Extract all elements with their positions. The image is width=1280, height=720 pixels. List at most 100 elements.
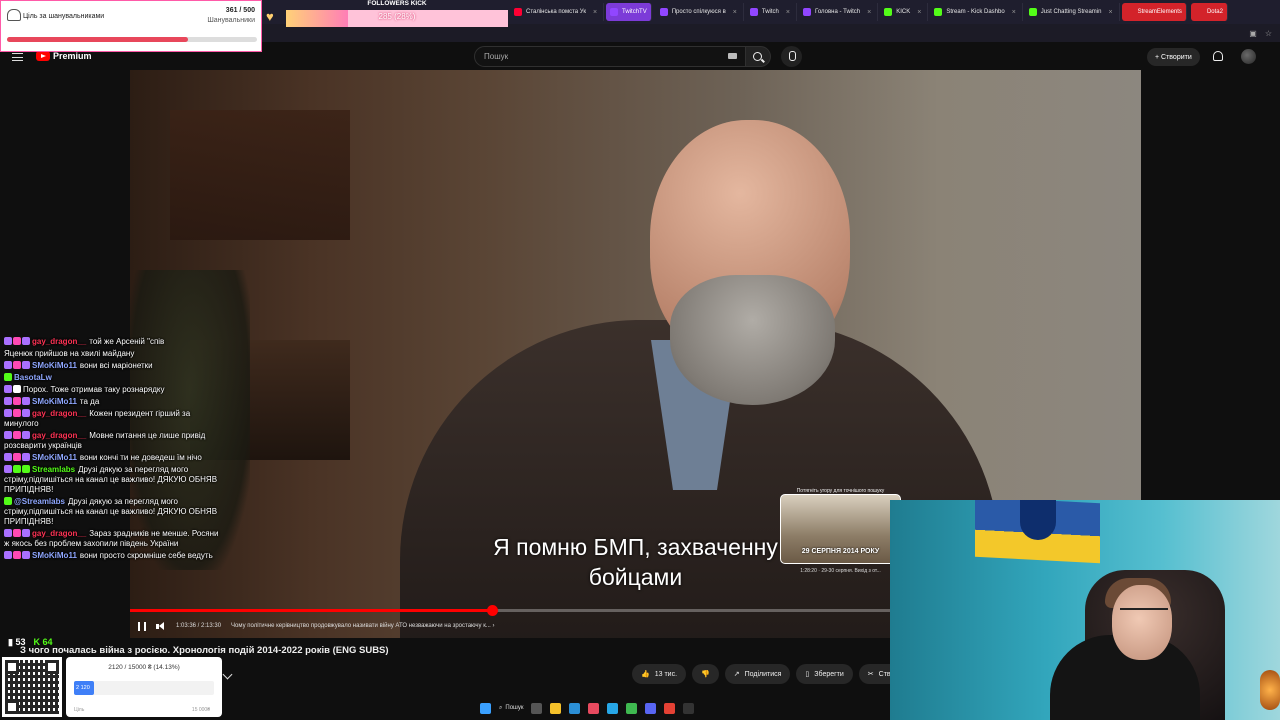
youtube-logo[interactable]: Premium bbox=[36, 51, 92, 61]
chapter-title[interactable]: Чому політичне керівництво продовжувало … bbox=[231, 623, 494, 629]
tab-close-icon[interactable]: × bbox=[786, 9, 790, 16]
seek-preview-caption: 1:28:20 · 29-30 серпня. Вихід з от... bbox=[800, 568, 881, 574]
bookmark-icon: ▯ bbox=[805, 671, 810, 678]
chat-message: gay_dragon__ Кожен президент гірший за ми… bbox=[0, 408, 222, 430]
speaker-beard bbox=[670, 275, 835, 405]
tab-favicon-icon bbox=[749, 8, 758, 16]
chat-badges bbox=[4, 397, 30, 405]
thumbs-down-icon: 👎 bbox=[701, 671, 710, 678]
chat-badge-icon bbox=[13, 453, 21, 461]
chat-username[interactable]: gay_dragon__ bbox=[32, 409, 86, 418]
browser-tab[interactable]: Twitch × bbox=[744, 3, 797, 21]
chat-message: Streamlabs Друзі дякую за перегляд мого с… bbox=[0, 464, 222, 496]
chrome-icon[interactable] bbox=[664, 702, 676, 714]
tab-close-icon[interactable]: × bbox=[733, 9, 737, 16]
chat-badge-icon bbox=[22, 465, 30, 473]
tab-close-icon[interactable]: × bbox=[867, 9, 871, 16]
chat-username[interactable]: SMoKiMo11 bbox=[32, 551, 77, 560]
telegram-icon[interactable] bbox=[607, 702, 619, 714]
search-button[interactable] bbox=[746, 46, 771, 67]
share-button[interactable]: ↗ Поділитися bbox=[724, 664, 791, 684]
chat-text: Яценюк прийшов на хвилі майдану bbox=[4, 349, 135, 358]
chat-badge-icon bbox=[13, 529, 21, 537]
browser-tab[interactable]: Dota2 bbox=[1190, 3, 1228, 21]
extension-icon[interactable]: ▣ bbox=[1249, 29, 1257, 38]
follower-goal-widget: Ціль за шанувальниками 361 / 500 Шанувал… bbox=[0, 0, 262, 52]
logo-text: Premium bbox=[53, 51, 92, 61]
chat-username[interactable]: @Streamlabs bbox=[14, 497, 65, 506]
browser-tab[interactable]: Просто спілкуюся в × bbox=[654, 3, 744, 21]
tab-close-icon[interactable]: × bbox=[593, 9, 597, 16]
task-view-icon[interactable] bbox=[531, 702, 543, 714]
heart-icon: ♥ bbox=[266, 9, 274, 24]
chat-badges bbox=[4, 497, 12, 505]
obs-icon[interactable] bbox=[683, 702, 695, 714]
chat-username[interactable]: gay_dragon__ bbox=[32, 431, 86, 440]
save-button[interactable]: ▯ Зберегти bbox=[796, 664, 853, 684]
progress-bar[interactable] bbox=[130, 609, 890, 612]
tab-favicon-icon bbox=[1125, 8, 1134, 16]
chat-text: та да bbox=[79, 397, 100, 406]
edge-icon[interactable] bbox=[569, 702, 581, 714]
save-label: Зберегти bbox=[814, 670, 844, 678]
notifications-bell-icon[interactable] bbox=[1213, 51, 1223, 61]
chat-username[interactable]: SMoKiMo11 bbox=[32, 361, 77, 370]
search-input[interactable]: Пошук bbox=[474, 46, 746, 67]
create-button[interactable]: + Створити bbox=[1147, 48, 1200, 66]
chat-message: Порох. Тоже отримав таку рознарядку bbox=[0, 384, 222, 396]
windows-start-icon[interactable] bbox=[480, 702, 491, 714]
seek-preview-overlay-text: 29 СЕРПНЯ 2014 РОКУ bbox=[801, 548, 880, 555]
tab-close-icon[interactable]: × bbox=[917, 9, 921, 16]
opera-icon[interactable] bbox=[588, 702, 600, 714]
voice-search-button[interactable] bbox=[781, 46, 802, 67]
browser-tab[interactable]: Головна - Twitch × bbox=[797, 3, 879, 21]
chat-badge-icon bbox=[22, 337, 30, 345]
taskbar-search[interactable]: ⌕ Пошук bbox=[499, 705, 523, 712]
chat-badges bbox=[4, 431, 30, 439]
chat-username[interactable]: Streamlabs bbox=[32, 465, 75, 474]
chat-username[interactable]: SMoKiMo11 bbox=[32, 397, 77, 406]
chat-badge-icon bbox=[4, 551, 12, 559]
progress-scrubber[interactable] bbox=[486, 605, 498, 616]
kick-goal-title: FOLLOWERS KICK bbox=[286, 0, 508, 9]
chat-text: Порох. Тоже отримав таку рознарядку bbox=[23, 385, 165, 394]
menu-icon[interactable] bbox=[12, 53, 23, 61]
tab-label: Dota2 bbox=[1206, 9, 1223, 15]
keyboard-icon[interactable] bbox=[728, 53, 737, 59]
bookmark-icon[interactable]: ☆ bbox=[1265, 29, 1272, 38]
avatar[interactable] bbox=[1241, 49, 1256, 64]
discord-icon[interactable] bbox=[645, 702, 657, 714]
chat-username[interactable]: gay_dragon__ bbox=[32, 529, 86, 538]
tab-close-icon[interactable]: × bbox=[1012, 9, 1016, 16]
chat-username[interactable]: BasotaLw bbox=[14, 373, 52, 382]
file-explorer-icon[interactable] bbox=[550, 702, 562, 714]
scissors-icon: ✂ bbox=[867, 671, 874, 678]
app-icon[interactable] bbox=[626, 702, 638, 714]
browser-tab[interactable]: Сталінська помста Ук × bbox=[508, 3, 605, 21]
like-button[interactable]: 👍 13 тис. bbox=[632, 664, 687, 684]
chat-username[interactable]: gay_dragon__ bbox=[32, 337, 86, 346]
browser-tab[interactable]: StreamElements bbox=[1121, 3, 1187, 21]
chat-badge-icon bbox=[13, 385, 21, 393]
chat-username[interactable]: SMoKiMo11 bbox=[32, 453, 77, 462]
browser-tab[interactable]: Stream - Kick Dashbo × bbox=[928, 3, 1023, 21]
tab-favicon-icon bbox=[514, 8, 522, 16]
tab-favicon-icon bbox=[802, 8, 811, 16]
chat-badge-icon bbox=[13, 551, 21, 559]
tab-close-icon[interactable]: × bbox=[1108, 9, 1112, 16]
streamer-glasses bbox=[1120, 608, 1168, 618]
chat-badge-icon bbox=[13, 409, 21, 417]
lamp bbox=[1260, 670, 1280, 710]
chat-badge-icon bbox=[4, 385, 12, 393]
chat-text: той же Арсеній "спів bbox=[89, 337, 165, 346]
tab-label: StreamElements bbox=[1137, 9, 1182, 15]
dislike-button[interactable]: 👎 bbox=[692, 664, 719, 684]
browser-tab[interactable]: Just Chatting Streamin × bbox=[1023, 3, 1120, 21]
screen: Сталінська помста Ук × TwitchTV Просто спіл… bbox=[0, 0, 1280, 720]
streamer-webcam bbox=[890, 500, 1280, 720]
browser-tab[interactable]: TwitchTV bbox=[606, 3, 652, 21]
chevron-down-icon[interactable] bbox=[222, 669, 233, 680]
browser-tab[interactable]: KICK × bbox=[878, 3, 929, 21]
tab-label: KICK bbox=[896, 9, 911, 15]
donation-goal-bar: 2 120 bbox=[74, 681, 214, 695]
